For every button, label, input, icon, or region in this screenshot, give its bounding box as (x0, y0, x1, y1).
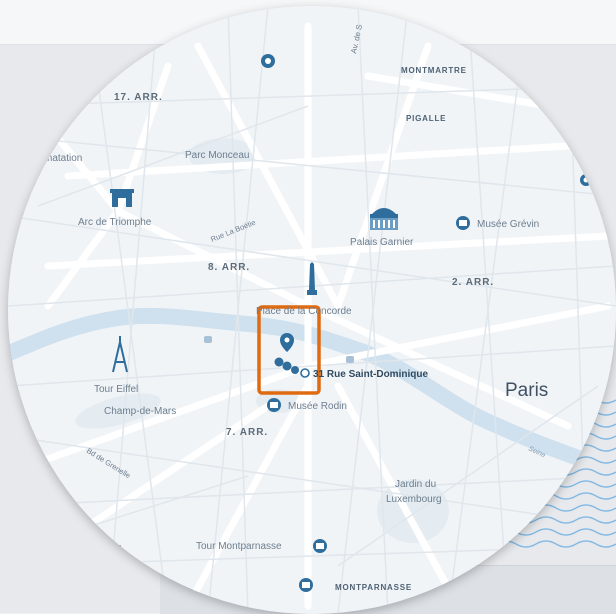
musee-rodin-icon (267, 398, 281, 412)
map-canvas[interactable]: Av. de S MONTMARTRE 17. ARR. PIGALLE mat… (8, 6, 616, 614)
label-tour-montparnasse: Tour Montparnasse (196, 541, 282, 552)
label-champ-de-mars: Champ-de-Mars (104, 406, 176, 417)
label-8-arr: 8. ARR. (208, 262, 250, 273)
label-luxembourg: Luxembourg (386, 494, 442, 505)
label-matation: matation (44, 153, 82, 164)
label-pigalle: PIGALLE (406, 114, 446, 123)
label-musee-grevin: Musée Grévin (477, 219, 539, 230)
montparnasse-icon (299, 578, 313, 592)
tour-montparnasse-icon (313, 539, 327, 553)
label-2-arr: 2. ARR. (452, 277, 494, 288)
label-tour-eiffel: Tour Eiffel (94, 384, 138, 395)
label-montparnasse: MONTPARNASSE (335, 583, 412, 592)
label-arc-de-triomphe: Arc de Triomphe (78, 217, 152, 228)
label-montmartre: MONTMARTRE (401, 66, 467, 75)
label-17-arr: 17. ARR. (114, 92, 163, 103)
destination-dot[interactable] (300, 368, 310, 378)
label-musee-rodin: Musée Rodin (288, 401, 347, 412)
metro-icon (261, 54, 275, 68)
museum-icon (456, 216, 470, 230)
label-palais-garnier: Palais Garnier (350, 237, 414, 248)
label-parc-monceau: Parc Monceau (185, 150, 249, 161)
label-jardin-du: Jardin du (395, 479, 436, 490)
label-place-de-la-concorde: Place de la Concorde (256, 306, 352, 317)
label-paris: Paris (505, 380, 548, 401)
label-7-arr: 7. ARR. (226, 427, 268, 438)
map-lens[interactable]: Av. de S MONTMARTRE 17. ARR. PIGALLE mat… (8, 6, 616, 614)
label-address: 31 Rue Saint-Dominique (313, 369, 428, 380)
